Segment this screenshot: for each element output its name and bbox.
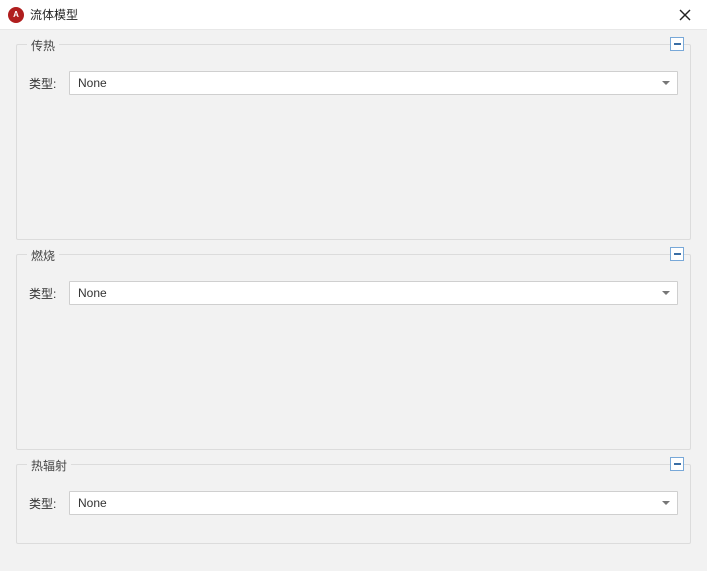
type-select-heat-value: None — [78, 76, 107, 90]
type-select-heat[interactable]: None — [69, 71, 678, 95]
collapse-button-combustion[interactable] — [670, 247, 684, 261]
group-combustion-legend: 燃烧 — [27, 247, 59, 264]
collapse-button-heat[interactable] — [670, 37, 684, 51]
field-row-heat-type: 类型: None — [29, 71, 678, 95]
group-heat-transfer: 传热 类型: None — [16, 44, 691, 240]
field-row-radiation-type: 类型: None — [29, 491, 678, 515]
type-label-combustion: 类型: — [29, 285, 69, 302]
type-label-radiation: 类型: — [29, 495, 69, 512]
type-select-combustion-value: None — [78, 286, 107, 300]
group-radiation: 热辐射 类型: None — [16, 464, 691, 544]
field-row-combustion-type: 类型: None — [29, 281, 678, 305]
close-button[interactable] — [671, 1, 699, 29]
content-area: 传热 类型: None 燃烧 类型: None 热辐射 类型: None — [0, 30, 707, 571]
type-select-combustion[interactable]: None — [69, 281, 678, 305]
chevron-down-icon — [662, 291, 670, 295]
app-icon: A — [8, 7, 24, 23]
titlebar: A 流体模型 — [0, 0, 707, 30]
type-label-heat: 类型: — [29, 75, 69, 92]
chevron-down-icon — [662, 501, 670, 505]
type-select-radiation[interactable]: None — [69, 491, 678, 515]
chevron-down-icon — [662, 81, 670, 85]
window-title: 流体模型 — [30, 6, 671, 23]
group-combustion: 燃烧 类型: None — [16, 254, 691, 450]
close-icon — [679, 9, 691, 21]
type-select-radiation-value: None — [78, 496, 107, 510]
group-heat-transfer-legend: 传热 — [27, 37, 59, 54]
collapse-button-radiation[interactable] — [670, 457, 684, 471]
group-radiation-legend: 热辐射 — [27, 457, 71, 474]
